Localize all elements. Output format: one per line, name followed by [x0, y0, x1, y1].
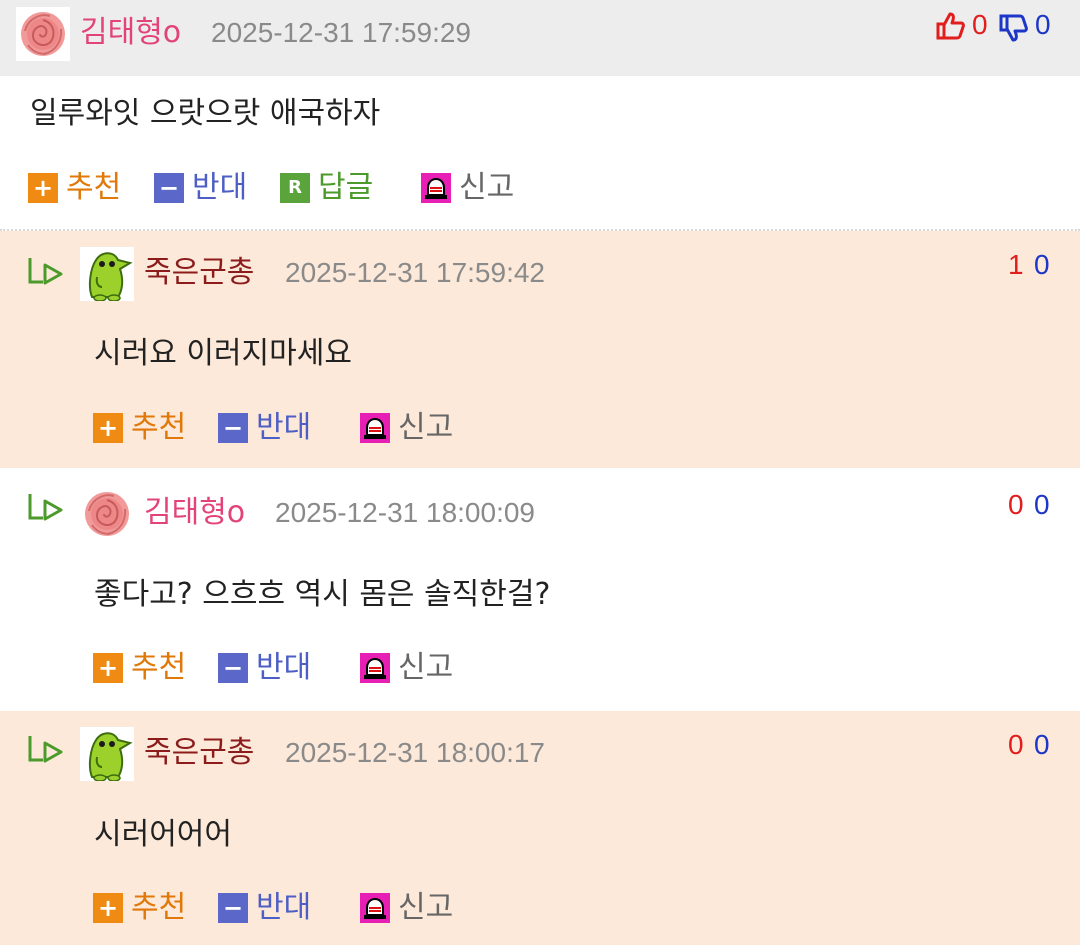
comment-text: 시러어어어	[94, 817, 232, 852]
reply-label: 답글	[318, 170, 374, 205]
reply-item: 죽은군총 2025-12-31 17:59:42 1 0 시러요 이러지마세요 …	[0, 231, 1080, 468]
minus-icon: −	[218, 413, 248, 443]
plus-icon: +	[28, 173, 58, 203]
comment-text: 시러요 이러지마세요	[94, 336, 352, 371]
oppose-label: 반대	[192, 170, 248, 205]
plus-icon: +	[93, 893, 123, 923]
reply-r-icon: R	[280, 173, 310, 203]
comment-text: 좋다고? 으흐흐 역시 몸은 솔직한걸?	[94, 577, 551, 612]
recommend-button[interactable]: + 추천	[93, 648, 186, 688]
siren-icon	[421, 173, 451, 203]
oppose-button[interactable]: − 반대	[218, 408, 311, 448]
downvote-count: 0	[1034, 249, 1050, 280]
reply-arrow-icon	[25, 255, 65, 289]
downvote-count: 0	[1034, 729, 1050, 760]
green-creature-avatar[interactable]	[80, 727, 134, 782]
siren-icon	[360, 653, 390, 683]
report-button[interactable]: 신고	[360, 648, 453, 688]
oppose-label: 반대	[256, 650, 312, 685]
recommend-label: 추천	[131, 890, 187, 925]
recommend-label: 추천	[131, 650, 187, 685]
comment-body: 일루와잇 으랏으랏 애국하자 + 추천 − 반대 R 답글 신고	[0, 76, 1080, 230]
recommend-label: 추천	[66, 170, 122, 205]
author-name[interactable]: 죽은군총	[144, 735, 254, 771]
rose-avatar[interactable]	[16, 7, 70, 61]
comment-header: 김태형o 2025-12-31 17:59:29 0 0	[0, 0, 1080, 76]
report-button[interactable]: 신고	[360, 408, 453, 448]
recommend-button[interactable]: + 추천	[28, 168, 121, 208]
author-name[interactable]: 죽은군총	[144, 255, 254, 291]
recommend-label: 추천	[131, 410, 187, 445]
upvote-count: 0	[972, 9, 988, 40]
reply-arrow-icon	[25, 491, 65, 525]
timestamp: 2025-12-31 18:00:09	[275, 497, 535, 528]
plus-icon: +	[93, 653, 123, 683]
minus-icon: −	[218, 653, 248, 683]
author-name[interactable]: 김태형o	[80, 15, 181, 51]
downvote-count: 0	[1035, 9, 1051, 40]
report-button[interactable]: 신고	[421, 168, 514, 208]
green-creature-avatar[interactable]	[80, 247, 134, 302]
thumbs-up-icon[interactable]	[934, 10, 970, 44]
recommend-button[interactable]: + 추천	[93, 408, 186, 448]
minus-icon: −	[154, 173, 184, 203]
report-label: 신고	[459, 170, 515, 205]
plus-icon: +	[93, 413, 123, 443]
recommend-button[interactable]: + 추천	[93, 888, 186, 928]
upvote-count: 0	[1008, 729, 1024, 760]
thumbs-down-icon[interactable]	[997, 12, 1033, 46]
reply-item: 죽은군총 2025-12-31 18:00:17 0 0 시러어어어 + 추천 …	[0, 711, 1080, 945]
timestamp: 2025-12-31 17:59:29	[211, 17, 471, 48]
report-label: 신고	[398, 410, 454, 445]
report-label: 신고	[398, 650, 454, 685]
report-label: 신고	[398, 890, 454, 925]
reply-arrow-icon	[25, 733, 65, 767]
minus-icon: −	[218, 893, 248, 923]
downvote-count: 0	[1034, 489, 1050, 520]
reply-item: 김태형o 2025-12-31 18:00:09 0 0 좋다고? 으흐흐 역시…	[0, 471, 1080, 708]
report-button[interactable]: 신고	[360, 888, 453, 928]
oppose-button[interactable]: − 반대	[218, 888, 311, 928]
rose-avatar[interactable]	[80, 487, 134, 541]
upvote-count: 1	[1008, 249, 1024, 280]
timestamp: 2025-12-31 17:59:42	[285, 257, 545, 288]
comment-text: 일루와잇 으랏으랏 애국하자	[30, 96, 381, 131]
author-name[interactable]: 김태형o	[144, 495, 245, 531]
siren-icon	[360, 893, 390, 923]
oppose-label: 반대	[256, 410, 312, 445]
oppose-button[interactable]: − 반대	[218, 648, 311, 688]
oppose-button[interactable]: − 반대	[154, 168, 247, 208]
timestamp: 2025-12-31 18:00:17	[285, 737, 545, 768]
upvote-count: 0	[1008, 489, 1024, 520]
reply-button[interactable]: R 답글	[280, 168, 373, 208]
oppose-label: 반대	[256, 890, 312, 925]
siren-icon	[360, 413, 390, 443]
